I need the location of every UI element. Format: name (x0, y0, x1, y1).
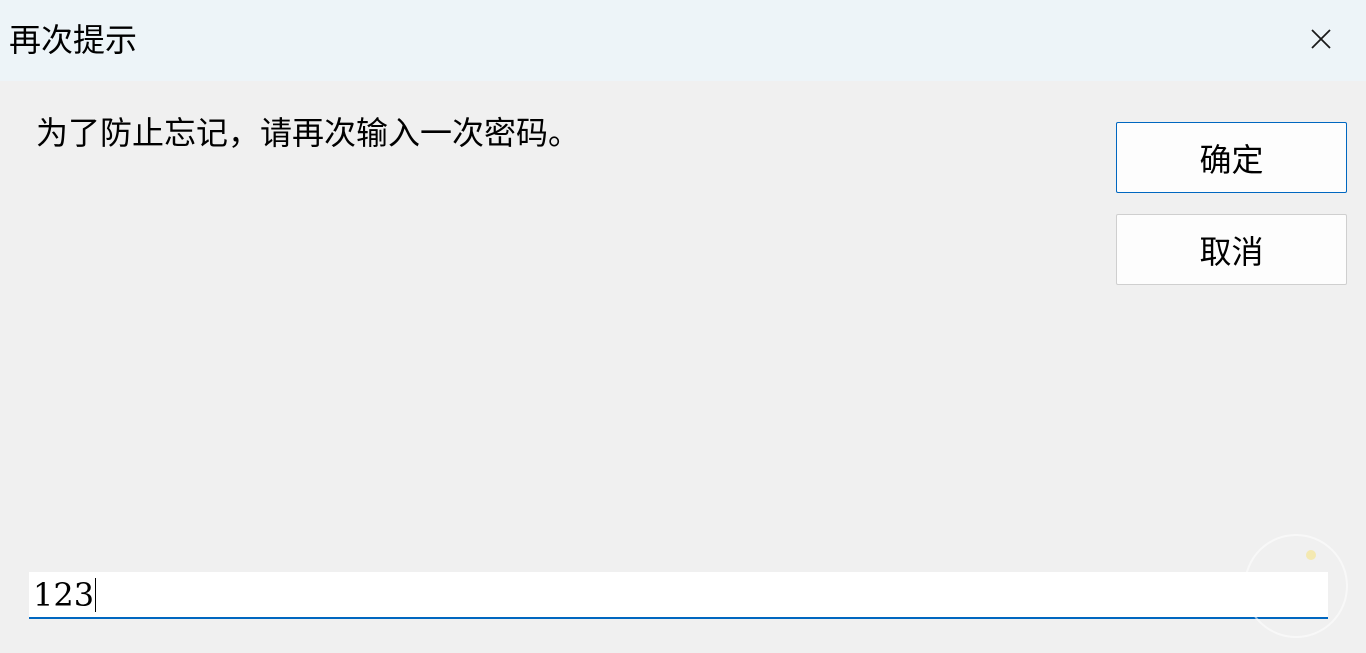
input-value-wrap: 123 (33, 575, 97, 615)
close-icon (1311, 29, 1331, 49)
dialog-title: 再次提示 (9, 21, 138, 59)
close-button[interactable] (1296, 18, 1346, 60)
dialog-window: 再次提示 为了防止忘记，请再次输入一次密码。 确定 取消 123 (0, 0, 1366, 653)
cancel-button[interactable]: 取消 (1116, 214, 1347, 285)
watermark-dot (1306, 550, 1316, 560)
title-bar[interactable]: 再次提示 (0, 0, 1366, 81)
text-caret (95, 578, 97, 612)
password-input[interactable]: 123 (29, 572, 1328, 619)
ok-button[interactable]: 确定 (1116, 122, 1347, 193)
prompt-text: 为了防止忘记，请再次输入一次密码。 (36, 114, 581, 152)
input-value: 123 (33, 576, 95, 614)
